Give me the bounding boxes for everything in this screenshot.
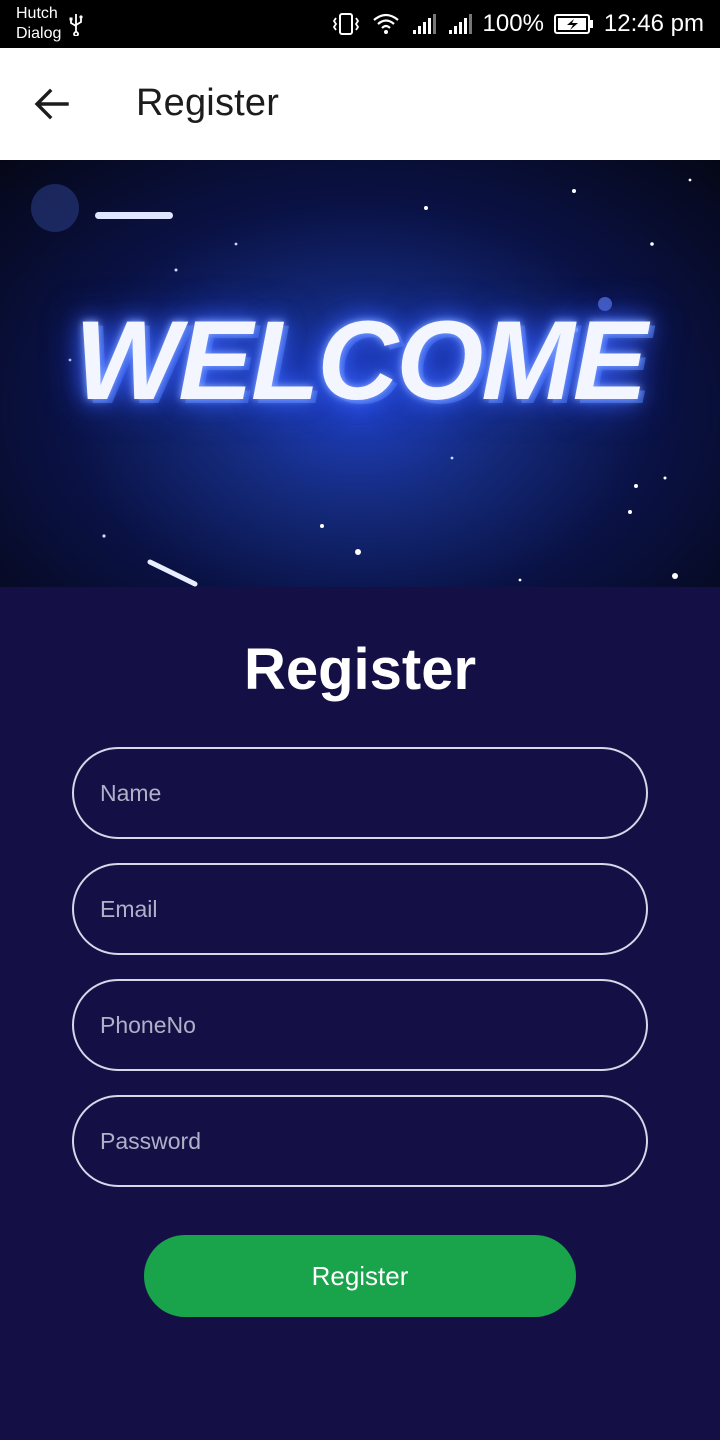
phone-input[interactable] [74, 981, 646, 1069]
register-button[interactable]: Register [144, 1235, 576, 1317]
name-field[interactable] [72, 747, 648, 839]
carrier-2: Dialog [16, 25, 62, 42]
battery-charging-icon [553, 14, 593, 34]
status-icons: 100% 12:46 pm [331, 0, 704, 48]
welcome-banner-image: WELCOME [0, 160, 720, 587]
email-input[interactable] [74, 865, 646, 953]
vibrate-icon [332, 13, 359, 35]
email-field[interactable] [72, 863, 648, 955]
battery-percent: 100% [482, 10, 544, 37]
password-field[interactable] [72, 1095, 648, 1187]
page-title: Register [136, 82, 280, 124]
signal-icon-2 [448, 14, 472, 34]
name-input[interactable] [74, 749, 646, 837]
app-bar: Register [0, 48, 720, 160]
status-bar: Hutch Dialog 100% 12:46 pm [0, 0, 720, 48]
back-button[interactable] [24, 80, 80, 128]
carrier-1: Hutch [16, 5, 58, 22]
back-arrow-icon [34, 88, 69, 120]
usb-icon [69, 14, 83, 36]
wifi-icon [372, 13, 399, 34]
phone-field[interactable] [72, 979, 648, 1071]
signal-icon-1 [412, 14, 436, 34]
clock: 12:46 pm [603, 10, 704, 37]
welcome-text: WELCOME [74, 298, 648, 423]
password-input[interactable] [74, 1097, 646, 1185]
form-title: Register [243, 637, 477, 702]
carrier-names: Hutch Dialog [16, 4, 61, 44]
